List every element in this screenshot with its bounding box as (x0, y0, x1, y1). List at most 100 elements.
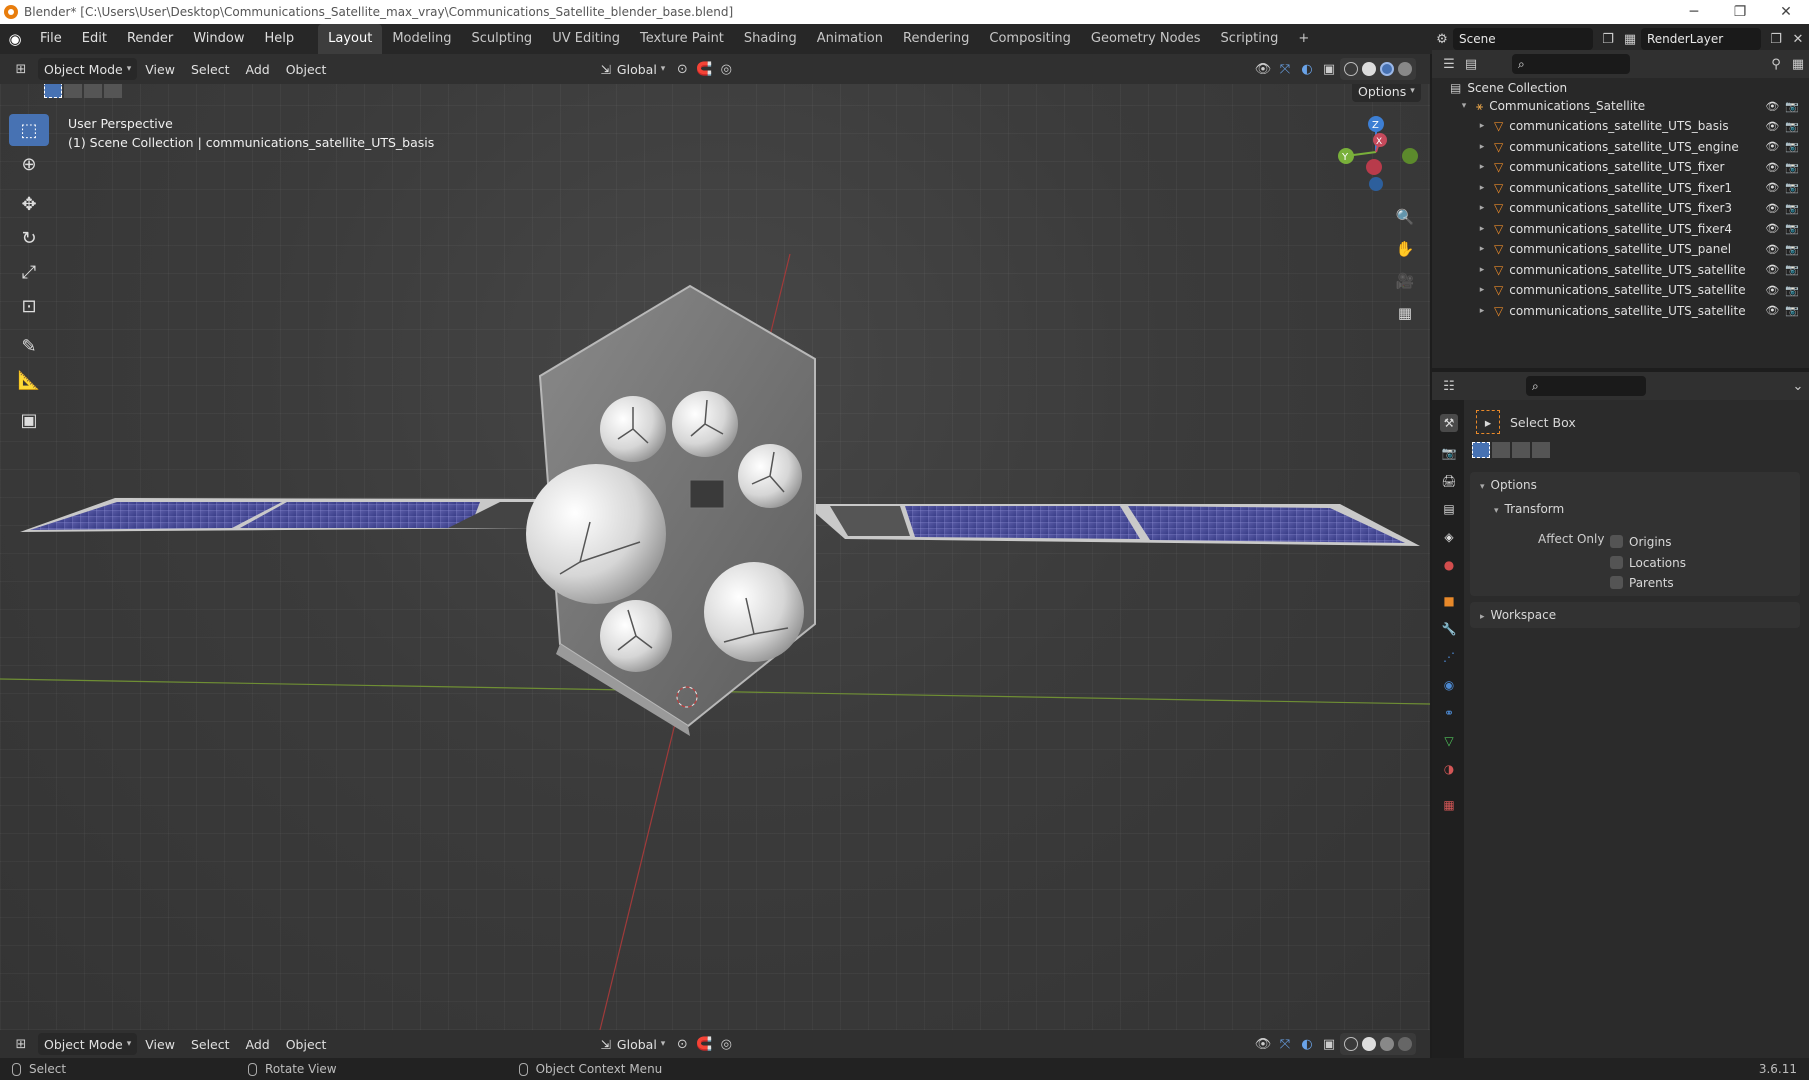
material-tab-icon[interactable]: ◑ (1440, 760, 1458, 778)
camera-icon[interactable]: 📷 (1785, 161, 1799, 174)
outliner-object-row[interactable]: ▸ ▽ communications_satellite_UTS_satellite… (1432, 301, 1809, 321)
menu-add-bottom[interactable]: Add (238, 1037, 278, 1052)
menu-select[interactable]: Select (183, 62, 238, 77)
snap-icon[interactable]: 🧲 (693, 58, 715, 80)
maximize-button[interactable]: ❐ (1717, 4, 1763, 20)
xray-icon[interactable]: ▣ (1318, 58, 1340, 80)
camera-icon[interactable]: 📷 (1785, 284, 1799, 297)
camera-icon[interactable]: 📷 (1785, 140, 1799, 153)
render-tab-icon[interactable]: 📷 (1440, 444, 1458, 462)
material-shading-icon-bottom[interactable] (1380, 1037, 1394, 1051)
outliner-object-row[interactable]: ▸ ▽ communications_satellite_UTS_satellite… (1432, 260, 1809, 280)
eye-icon[interactable]: 👁 (1765, 181, 1779, 194)
tool-mode-new-icon[interactable] (1472, 442, 1490, 458)
options-dropdown[interactable]: Options ▾ (1352, 84, 1421, 102)
menu-file[interactable]: File (30, 24, 72, 54)
solid-shading-icon[interactable] (1362, 62, 1376, 76)
tab-modeling[interactable]: Modeling (382, 24, 461, 54)
camera-icon[interactable]: 📷 (1785, 243, 1799, 256)
outliner-object-row[interactable]: ▸ ▽ communications_satellite_UTS_panel 👁 📷 (1432, 239, 1809, 259)
particles-tab-icon[interactable]: ⋰ (1440, 648, 1458, 666)
measure-tool[interactable]: 📐 (9, 364, 49, 396)
scene-name-field[interactable]: Scene (1453, 28, 1593, 50)
camera-icon[interactable]: 📷 (1785, 202, 1799, 215)
workspace-panel[interactable]: ▸ Workspace (1470, 602, 1800, 628)
view-layer-tab-icon[interactable]: ▤ (1440, 500, 1458, 518)
tab-layout[interactable]: Layout (318, 24, 383, 54)
constraints-tab-icon[interactable]: ⚭ (1440, 704, 1458, 722)
orientation-dropdown-bottom[interactable]: ⇲ Global ▾ (594, 1033, 671, 1055)
tab-shading[interactable]: Shading (734, 24, 807, 54)
outliner-object-row[interactable]: ▸ ▽ communications_satellite_UTS_fixer 👁 📷 (1432, 157, 1809, 177)
data-tab-icon[interactable]: ▽ (1440, 732, 1458, 750)
menu-object-bottom[interactable]: Object (278, 1037, 335, 1052)
select-subtract-icon[interactable] (84, 84, 102, 98)
gizmo-toggle-icon[interactable]: ⤧ (1274, 58, 1296, 80)
eye-icon[interactable]: 👁 (1765, 161, 1779, 174)
outliner-object-row[interactable]: ▸ ▽ communications_satellite_UTS_fixer1 👁 📷 (1432, 178, 1809, 198)
locations-checkbox[interactable]: Locations (1610, 553, 1686, 574)
material-shading-icon[interactable] (1380, 62, 1394, 76)
parents-checkbox[interactable]: Parents (1610, 573, 1686, 594)
visibility-icon-bottom[interactable]: 👁 (1252, 1033, 1274, 1055)
properties-search[interactable]: ⌕ (1526, 376, 1646, 396)
properties-options-icon[interactable]: ⌄ (1787, 375, 1809, 397)
properties-editor-icon[interactable]: ☷ (1438, 375, 1460, 397)
select-box-tool[interactable]: ⬚ (9, 114, 49, 146)
expand-chevron-icon[interactable]: ▸ (1476, 244, 1488, 254)
transform-tool[interactable]: ⊡ (9, 290, 49, 322)
blender-menu-icon[interactable]: ◉ (0, 30, 30, 48)
world-tab-icon[interactable]: ● (1440, 556, 1458, 574)
outliner-root[interactable]: ▤ Scene Collection (1432, 78, 1809, 98)
options-panel-header[interactable]: ▾ Options (1480, 478, 1537, 492)
outliner-object-row[interactable]: ▸ ▽ communications_satellite_UTS_fixer4 👁 📷 (1432, 219, 1809, 239)
outliner-object-row[interactable]: ▸ ▽ communications_satellite_UTS_satellite… (1432, 280, 1809, 300)
expand-chevron-icon[interactable]: ▸ (1476, 162, 1488, 172)
expand-chevron-icon[interactable]: ▸ (1476, 121, 1488, 131)
expand-chevron-icon[interactable]: ▸ (1476, 265, 1488, 275)
eye-icon[interactable]: 👁 (1765, 304, 1779, 317)
camera-icon[interactable]: 📷 (1785, 181, 1799, 194)
filter-icon[interactable]: ⚲ (1765, 53, 1787, 75)
eye-icon[interactable]: 👁 (1765, 120, 1779, 133)
tab-texture-paint[interactable]: Texture Paint (630, 24, 734, 54)
outliner-object-row[interactable]: ▸ ▽ communications_satellite_UTS_basis 👁 📷 (1432, 116, 1809, 136)
physics-tab-icon[interactable]: ◉ (1440, 676, 1458, 694)
eye-icon[interactable]: 👁 (1765, 284, 1779, 297)
proportional-edit-icon-bottom[interactable]: ◎ (715, 1033, 737, 1055)
menu-edit[interactable]: Edit (72, 24, 117, 54)
tab-scripting[interactable]: Scripting (1211, 24, 1289, 54)
output-tab-icon[interactable]: 🖨 (1440, 472, 1458, 490)
pan-hand-icon[interactable]: ✋ (1390, 234, 1420, 264)
expand-chevron-icon[interactable]: ▾ (1458, 101, 1470, 111)
scene-icon[interactable]: ⚙ (1431, 28, 1453, 50)
eye-icon[interactable]: 👁 (1765, 100, 1779, 113)
eye-icon[interactable]: 👁 (1765, 222, 1779, 235)
tab-geometry-nodes[interactable]: Geometry Nodes (1081, 24, 1211, 54)
tab-compositing[interactable]: Compositing (979, 24, 1081, 54)
tool-tab-icon[interactable]: ⚒ (1440, 414, 1458, 432)
rotate-tool[interactable]: ↻ (9, 222, 49, 254)
eye-icon[interactable]: 👁 (1765, 202, 1779, 215)
eye-icon[interactable]: 👁 (1765, 140, 1779, 153)
zoom-icon[interactable]: 🔍 (1390, 202, 1420, 232)
scene-tab-icon[interactable]: ◈ (1440, 528, 1458, 546)
camera-view-icon[interactable]: 🎥 (1390, 266, 1420, 296)
orientation-dropdown[interactable]: ⇲ Global ▾ (594, 58, 671, 80)
menu-object[interactable]: Object (278, 62, 335, 77)
editor-type-icon[interactable]: ⊞ (10, 58, 32, 80)
modifier-tab-icon[interactable]: 🔧 (1440, 620, 1458, 638)
overlay-toggle-icon-bottom[interactable]: ◐ (1296, 1033, 1318, 1055)
annotate-tool[interactable]: ✎ (9, 330, 49, 362)
expand-chevron-icon[interactable]: ▸ (1476, 142, 1488, 152)
tab-uv-editing[interactable]: UV Editing (542, 24, 630, 54)
move-tool[interactable]: ✥ (9, 188, 49, 220)
camera-icon[interactable]: 📷 (1785, 304, 1799, 317)
wireframe-shading-icon-bottom[interactable] (1344, 1037, 1358, 1051)
minimize-button[interactable]: ─ (1671, 4, 1717, 20)
menu-render[interactable]: Render (117, 24, 183, 54)
new-collection-icon[interactable]: ▦ (1787, 53, 1809, 75)
overlay-toggle-icon[interactable]: ◐ (1296, 58, 1318, 80)
camera-icon[interactable]: 📷 (1785, 222, 1799, 235)
outliner-object-row[interactable]: ▸ ▽ communications_satellite_UTS_fixer3 👁 📷 (1432, 198, 1809, 218)
